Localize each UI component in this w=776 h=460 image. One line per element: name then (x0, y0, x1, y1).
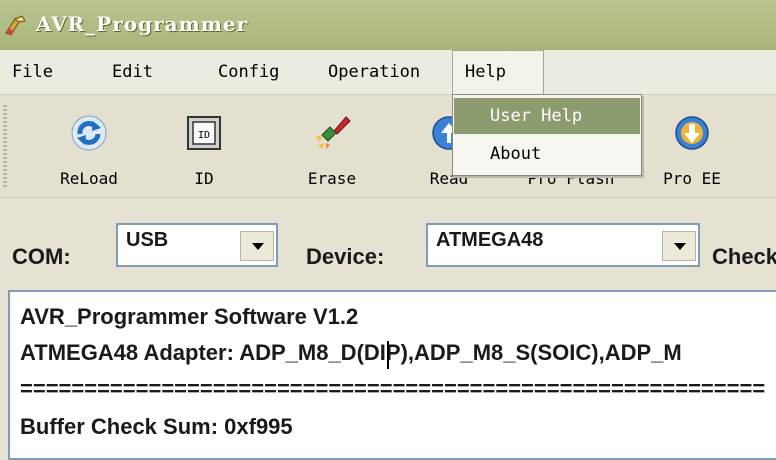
com-value: USB (126, 229, 169, 251)
text-caret (387, 341, 389, 369)
title-bar: AVR_Programmer (0, 0, 776, 50)
menu-file[interactable]: File (0, 50, 65, 94)
help-dropdown-menu: User Help About (452, 94, 642, 176)
check-label: Check (712, 244, 776, 269)
com-label: COM: (12, 244, 71, 269)
toolbar: ReLoad ID ID Erase Read Pro Flash Pro EE (0, 95, 776, 198)
device-label: Device: (306, 244, 385, 269)
com-select[interactable]: USB (116, 223, 278, 267)
app-icon (5, 15, 26, 36)
reload-icon (71, 115, 107, 151)
pro-ee-label: Pro EE (663, 169, 721, 188)
program-eeprom-icon (675, 116, 709, 150)
svg-text:ID: ID (198, 130, 210, 141)
reload-button[interactable]: ReLoad (44, 95, 134, 197)
erase-button[interactable]: Erase (292, 95, 372, 197)
menu-bar: File Edit Config Operation Help (0, 50, 776, 95)
menu-item-about[interactable]: About (454, 136, 640, 172)
reload-label: ReLoad (60, 169, 118, 188)
menu-edit[interactable]: Edit (100, 50, 165, 94)
log-line: ========================================… (20, 376, 766, 401)
log-line: Buffer Check Sum: 0xf995 (20, 414, 293, 439)
log-line: AVR_Programmer Software V1.2 (20, 304, 359, 329)
menu-help[interactable]: Help (452, 50, 544, 94)
menu-config[interactable]: Config (206, 50, 291, 94)
log-line: ATMEGA48 Adapter: ADP_M8_D(DIP),ADP_M8_S… (20, 340, 682, 365)
window-title: AVR_Programmer (36, 12, 249, 36)
menu-operation[interactable]: Operation (316, 50, 432, 94)
menu-item-user-help[interactable]: User Help (454, 98, 640, 134)
toolbar-grip[interactable] (3, 105, 7, 187)
pro-ee-button[interactable]: Pro EE (652, 95, 732, 197)
id-chip-icon: ID (187, 116, 221, 150)
id-label: ID (194, 169, 214, 188)
id-button[interactable]: ID ID (164, 95, 244, 197)
log-output[interactable]: AVR_Programmer Software V1.2 ATMEGA48 Ad… (8, 290, 776, 460)
chevron-down-icon[interactable] (662, 231, 696, 261)
device-value: ATMEGA48 (436, 229, 544, 251)
device-select[interactable]: ATMEGA48 (426, 223, 700, 267)
chevron-down-icon[interactable] (240, 231, 274, 261)
erase-label: Erase (307, 169, 357, 188)
eraser-icon (316, 116, 351, 149)
